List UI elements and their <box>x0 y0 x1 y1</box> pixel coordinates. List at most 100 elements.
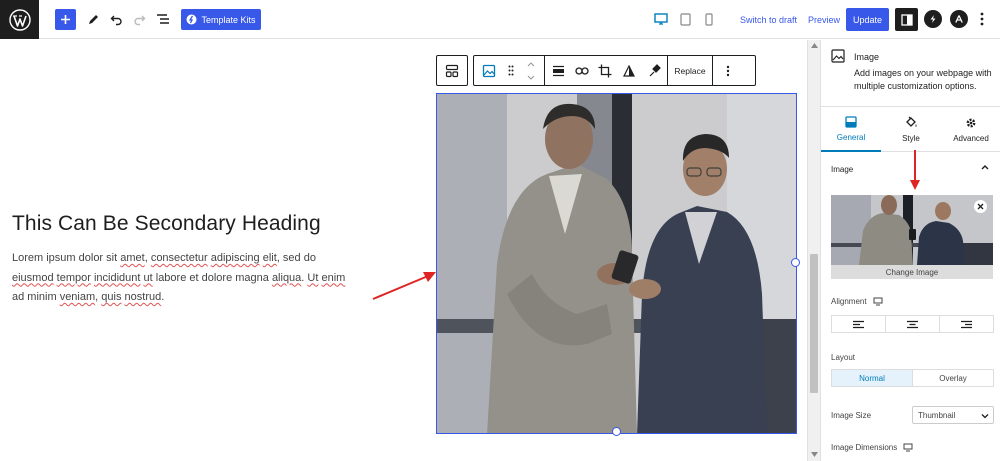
tab-style[interactable]: Style <box>881 107 941 152</box>
misspelled-word: quis <box>101 291 122 303</box>
document-overview-button[interactable] <box>154 8 172 30</box>
misspelled-word: Ut <box>307 271 319 284</box>
layout-normal-option[interactable]: Normal <box>832 370 913 386</box>
editor-canvas: This Can Be Secondary Heading Lorem ipsu… <box>0 40 807 461</box>
editor-top-bar: Template Kits Switch to draft Preview Up… <box>0 0 1000 39</box>
pencil-icon <box>88 14 98 24</box>
align-left-button[interactable] <box>832 316 886 332</box>
image-thumbnail-preview <box>831 195 993 265</box>
block-type-button[interactable] <box>474 56 504 85</box>
link-icon <box>575 66 589 75</box>
image-section-heading[interactable]: Image <box>831 165 853 174</box>
template-kits-label: Template Kits <box>201 14 256 25</box>
chevron-down-icon <box>981 414 989 419</box>
misspelled-word: elit <box>262 252 277 264</box>
mobile-preview-button[interactable] <box>703 8 715 30</box>
block-options-button[interactable] <box>713 56 743 85</box>
scroll-up-icon <box>811 43 818 48</box>
image-block-toolbar: Replace <box>473 55 756 86</box>
misspelled-word: adipiscing <box>210 252 260 264</box>
replace-button[interactable]: Replace <box>668 56 712 85</box>
template-kits-logo-icon <box>186 14 197 25</box>
options-menu-button[interactable] <box>976 8 988 30</box>
tab-general[interactable]: General <box>821 107 881 152</box>
template-kits-button[interactable]: Template Kits <box>181 9 261 30</box>
chevron-up-icon[interactable] <box>980 162 990 172</box>
align-center-icon <box>907 320 918 328</box>
drag-handle[interactable] <box>504 56 518 85</box>
paragraph-text: Lorem ipsum dolor sit <box>12 252 121 264</box>
align-right-icon <box>961 320 972 328</box>
duotone-filter-button[interactable] <box>641 56 667 85</box>
alignment-label: Alignment <box>831 297 883 306</box>
misspelled-word: eiusmod <box>12 271 54 284</box>
general-icon <box>845 115 857 128</box>
align-center-button[interactable] <box>886 316 940 332</box>
align-right-button[interactable] <box>940 316 993 332</box>
paragraph-text: labore et dolore magna <box>152 271 272 284</box>
wordpress-logo-icon[interactable] <box>0 0 39 39</box>
redo-button[interactable] <box>131 8 147 30</box>
responsive-desktop-icon[interactable] <box>873 297 883 306</box>
tablet-preview-button[interactable] <box>678 8 692 30</box>
spectra-plugin-icon[interactable] <box>924 10 942 28</box>
add-block-button[interactable] <box>55 9 76 30</box>
paragraph-text: . <box>161 291 165 303</box>
tab-style-label: Style <box>902 134 920 143</box>
selected-image-block[interactable] <box>436 93 797 434</box>
settings-panel-toggle[interactable] <box>895 8 918 31</box>
image-size-select[interactable]: Thumbnail <box>912 406 994 424</box>
gear-icon <box>966 118 976 127</box>
overlay-text-button[interactable] <box>617 56 641 85</box>
misspelled-word: veniam <box>59 291 96 303</box>
image-dimensions-label-text: Image Dimensions <box>831 443 898 452</box>
secondary-heading[interactable]: This Can Be Secondary Heading <box>12 212 321 236</box>
desktop-icon <box>654 13 668 25</box>
astra-plugin-icon[interactable] <box>950 10 968 28</box>
move-up-down-buttons[interactable] <box>518 56 544 85</box>
tablet-icon <box>679 12 691 26</box>
align-left-icon <box>853 320 864 328</box>
preview-link[interactable]: Preview <box>808 15 840 25</box>
block-settings-sidebar: Image Add images on your webpage with mu… <box>820 40 1000 461</box>
scrollbar-thumb[interactable] <box>810 254 818 393</box>
crop-button[interactable] <box>593 56 617 85</box>
mobile-icon <box>705 12 713 26</box>
undo-button[interactable] <box>108 8 124 30</box>
more-vertical-icon <box>726 65 730 76</box>
edit-tool-button[interactable] <box>85 8 101 30</box>
canvas-scrollbar[interactable] <box>807 40 820 461</box>
remove-image-button[interactable] <box>974 200 987 213</box>
contrast-icon <box>623 64 635 77</box>
change-image-button[interactable]: Change Image <box>831 265 993 279</box>
tab-advanced[interactable]: Advanced <box>941 107 1000 152</box>
block-title: Image <box>854 52 880 62</box>
settings-tabs: General Style Advanced <box>821 106 1000 152</box>
image-thumbnail[interactable]: Change Image <box>831 195 993 279</box>
align-none-icon <box>552 65 564 76</box>
business-people-photo <box>437 94 796 433</box>
alignment-control <box>831 315 994 333</box>
resize-handle-right[interactable] <box>791 258 800 267</box>
tab-general-label: General <box>836 132 866 142</box>
desktop-preview-button[interactable] <box>653 8 669 30</box>
update-button[interactable]: Update <box>846 8 889 31</box>
crop-icon <box>598 64 612 77</box>
parent-block-icon <box>445 64 459 77</box>
annotation-arrow-down-icon <box>910 150 920 190</box>
select-parent-button[interactable] <box>437 56 467 85</box>
resize-handle-bottom[interactable] <box>612 427 621 436</box>
image-size-label: Image Size <box>831 411 872 420</box>
paint-bucket-icon <box>905 116 916 127</box>
plus-icon <box>61 15 70 24</box>
misspelled-word: aliqua <box>271 271 302 284</box>
align-button[interactable] <box>545 56 571 85</box>
responsive-desktop-icon[interactable] <box>903 443 913 452</box>
misspelled-word: consectetur <box>150 252 208 264</box>
lorem-paragraph[interactable]: Lorem ipsum dolor sit amet, consectetur … <box>12 249 357 308</box>
misspelled-word: incididunt <box>93 271 141 284</box>
insert-link-button[interactable] <box>571 56 593 85</box>
layout-overlay-option[interactable]: Overlay <box>913 370 993 386</box>
list-view-icon <box>157 14 169 24</box>
switch-to-draft-link[interactable]: Switch to draft <box>740 15 797 25</box>
